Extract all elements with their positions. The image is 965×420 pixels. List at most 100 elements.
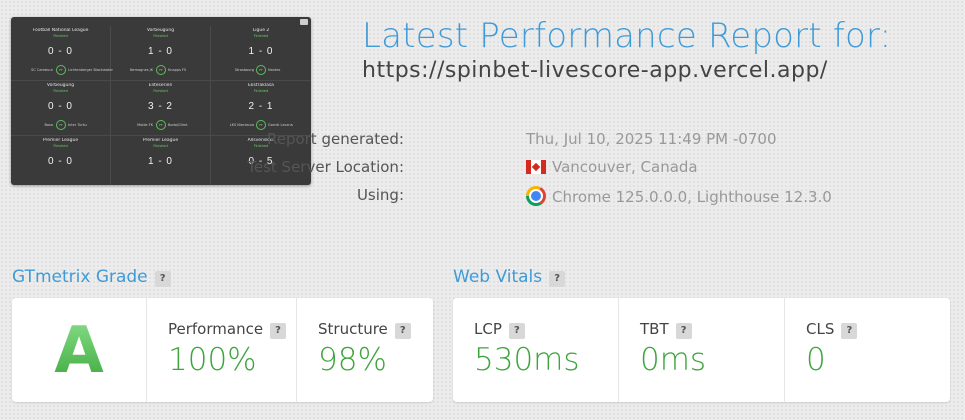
- vitals-help-icon[interactable]: ?: [549, 271, 566, 287]
- generated-value: Thu, Jul 10, 2025 11:49 PM -0700: [526, 130, 777, 148]
- match-league: Eliteserien: [148, 83, 173, 88]
- match-teams-row: Nemagnes JK FT Knapps FS: [111, 65, 210, 75]
- thumbnail-match-card: Football National League Finished 0 - 0 SC …: [11, 26, 113, 81]
- match-status: Finished: [153, 89, 168, 93]
- match-home-team: Strasbourg: [234, 68, 254, 72]
- match-status: Finished: [53, 89, 68, 93]
- performance-label-wrap: Performance?: [168, 320, 287, 339]
- match-time-badge: FT: [256, 120, 266, 130]
- match-teams-row: Strasbourg FT Nantes: [211, 65, 311, 75]
- thumbnail-match-card: Premier League Finished 1 - 0: [111, 136, 211, 185]
- cls-value: 0: [806, 342, 826, 378]
- gtmetrix-report-page: Football National League Finished 0 - 0 SC …: [0, 0, 965, 420]
- match-teams-row: Bosa FT Inter Turku: [11, 120, 110, 130]
- web-vitals-heading: Web Vitals?: [453, 267, 566, 287]
- match-score: 3 - 2: [147, 101, 173, 112]
- cls-label-wrap: CLS?: [806, 320, 858, 339]
- match-league: Ekstraklasa: [248, 83, 274, 88]
- match-league: Premier League: [142, 138, 179, 143]
- canada-flag-icon: [526, 160, 546, 174]
- lcp-help-icon[interactable]: ?: [508, 323, 525, 339]
- grade-cell: A: [12, 298, 147, 402]
- match-time-badge: FT: [156, 120, 166, 130]
- thumbnail-match-card: Ekstraklasa Finished 2 - 1 LKS Nieciecza FT G…: [211, 81, 311, 136]
- match-away-team: Gornik Leczna: [268, 123, 293, 127]
- match-status: Finished: [153, 144, 168, 148]
- match-league: Football National League: [32, 28, 89, 33]
- match-time-badge: FT: [256, 65, 266, 75]
- gtmetrix-grade-heading: GTmetrix Grade?: [12, 267, 171, 287]
- gtmetrix-grade-title: GTmetrix Grade: [12, 267, 148, 287]
- match-away-team: Bodo/Glimt: [168, 123, 188, 127]
- thumbnail-expand-icon[interactable]: [300, 19, 308, 25]
- match-score: 0 - 0: [47, 101, 73, 112]
- location-value-wrap: Vancouver, Canada: [526, 158, 698, 176]
- thumbnail-match-card: Premier League Finished 0 - 0: [11, 136, 111, 185]
- match-home-team: SC Cambuur: [31, 68, 53, 72]
- match-score: 1 - 0: [147, 46, 173, 57]
- tbt-label: TBT: [640, 320, 669, 338]
- tbt-cell: TBT? 0ms: [619, 298, 785, 402]
- match-away-team: Nantes: [268, 68, 281, 72]
- using-label: Using:: [356, 186, 404, 204]
- match-league: Ligue 2: [252, 28, 270, 33]
- tbt-label-wrap: TBT?: [640, 320, 692, 339]
- report-meta: Report generated: Thu, Jul 10, 2025 11:4…: [247, 127, 860, 211]
- match-time-badge: FT: [56, 120, 66, 130]
- using-value-wrap: Chrome 125.0.0.0, Lighthouse 12.3.0: [526, 186, 832, 206]
- match-away-team: Lichtenberger Blackwater: [68, 68, 113, 72]
- match-status: Finished: [253, 34, 269, 38]
- grade-help-icon[interactable]: ?: [154, 271, 171, 287]
- match-time-badge: FT: [56, 65, 66, 75]
- grade-letter: A: [12, 314, 146, 388]
- match-away-team: Knapps FS: [168, 68, 187, 72]
- generated-label: Report generated:: [266, 130, 404, 148]
- report-title: Latest Performance Report for:: [362, 16, 892, 56]
- match-status: Finished: [253, 89, 269, 93]
- performance-help-icon[interactable]: ?: [270, 323, 287, 339]
- tbt-value: 0ms: [640, 342, 707, 378]
- match-teams-row: SC Cambuur FT Lichtenberger Blackwater: [11, 65, 113, 75]
- thumbnail-match-card: Vorbeugung Finished 0 - 0 Bosa FT Inter Turku: [11, 81, 111, 136]
- match-status: Finished: [153, 34, 168, 38]
- tbt-help-icon[interactable]: ?: [675, 323, 692, 339]
- thumbnail-match-card: Vorbeugung Finished 1 - 0 Nemagnes JK FT Knap…: [111, 26, 211, 81]
- performance-cell: Performance? 100%: [147, 298, 297, 402]
- location-label: Test Server Location:: [247, 158, 404, 176]
- match-teams-row: Molde FK FT Bodo/Glimt: [111, 120, 210, 130]
- match-score: 1 - 0: [147, 156, 173, 167]
- match-score: 0 - 0: [47, 46, 73, 57]
- cls-cell: CLS? 0: [785, 298, 950, 402]
- web-vitals-title: Web Vitals: [453, 267, 543, 287]
- using-value: Chrome 125.0.0.0, Lighthouse 12.3.0: [552, 188, 832, 206]
- report-url[interactable]: https://spinbet-livescore-app.vercel.app…: [362, 58, 828, 83]
- gtmetrix-grade-card: A Performance? 100% Structure? 98%: [12, 298, 433, 402]
- match-home-team: LKS Nieciecza: [229, 123, 254, 127]
- match-teams-row: LKS Nieciecza FT Gornik Leczna: [211, 120, 311, 130]
- performance-label: Performance: [168, 320, 264, 338]
- location-value: Vancouver, Canada: [552, 158, 698, 176]
- match-status: Finished: [53, 144, 68, 148]
- match-time-badge: FT: [156, 65, 166, 75]
- thumbnail-match-card: Ligue 2 Finished 1 - 0 Strasbourg FT Nantes: [211, 26, 311, 81]
- structure-label-wrap: Structure?: [318, 320, 411, 339]
- match-league: Vorbeugung: [146, 28, 175, 33]
- lcp-cell: LCP? 530ms: [453, 298, 619, 402]
- match-away-team: Inter Turku: [68, 123, 87, 127]
- match-home-team: Nemagnes JK: [129, 68, 153, 72]
- match-score: 0 - 0: [47, 156, 73, 167]
- match-home-team: Bosa: [44, 123, 53, 127]
- web-vitals-card: LCP? 530ms TBT? 0ms CLS? 0: [453, 298, 950, 402]
- lcp-label: LCP: [474, 320, 502, 338]
- match-score: 2 - 1: [248, 101, 274, 112]
- structure-label: Structure: [318, 320, 388, 338]
- structure-cell: Structure? 98%: [297, 298, 433, 402]
- meta-row-using: Using: Chrome 125.0.0.0, Lighthouse 12.3…: [300, 183, 860, 211]
- match-score: 1 - 0: [248, 46, 274, 57]
- match-status: Finished: [53, 34, 68, 38]
- match-league: Premier League: [42, 138, 79, 143]
- meta-row-location: Test Server Location: Vancouver, Canada: [247, 155, 860, 183]
- thumbnail-match-card: Eliteserien Finished 3 - 2 Molde FK FT Bodo/G…: [111, 81, 211, 136]
- cls-help-icon[interactable]: ?: [841, 323, 858, 339]
- structure-help-icon[interactable]: ?: [394, 323, 411, 339]
